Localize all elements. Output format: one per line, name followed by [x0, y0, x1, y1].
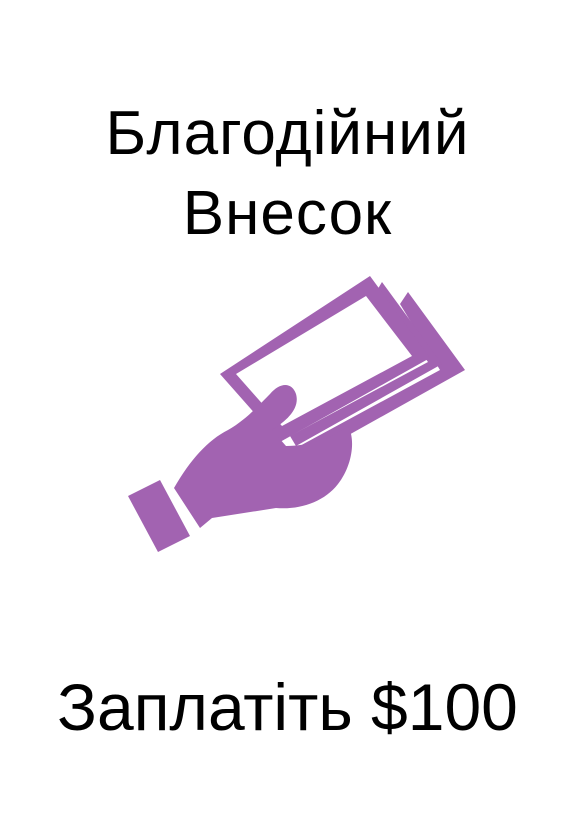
card-title: Благодійний Внесок — [0, 94, 575, 254]
card-title-line-1: Благодійний — [105, 98, 470, 168]
hand-giving-money-icon — [120, 270, 470, 570]
pay-amount-text: Заплатіть $100 — [57, 670, 518, 744]
card-title-line-2: Внесок — [182, 178, 393, 248]
charity-card: Благодійний Внесок Заплатіть $100 — [0, 0, 575, 832]
